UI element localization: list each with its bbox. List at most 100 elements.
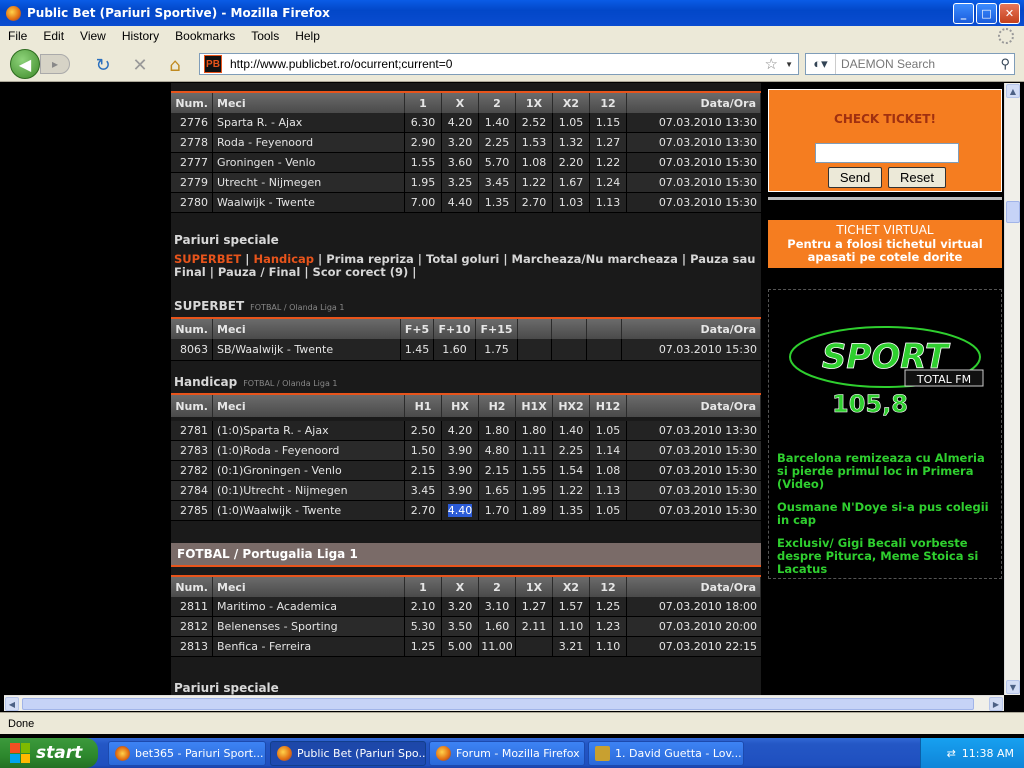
forward-button[interactable]: ▸ [40, 54, 70, 74]
odds-cell[interactable]: 1.23 [590, 617, 627, 636]
odds-cell[interactable]: 2.70 [516, 193, 553, 212]
odds-cell[interactable]: 2.50 [405, 421, 442, 440]
odds-cell[interactable]: 2.90 [405, 133, 442, 152]
odds-cell[interactable]: 3.90 [442, 461, 479, 480]
odds-cell[interactable]: 11.00 [479, 637, 516, 656]
odds-cell[interactable]: 1.80 [479, 421, 516, 440]
search-engine-icon[interactable]: ◐▾ [806, 54, 836, 74]
odds-cell[interactable]: 5.70 [479, 153, 516, 172]
odds-cell[interactable]: 2.25 [553, 441, 590, 460]
odds-cell[interactable]: 3.90 [442, 481, 479, 500]
scroll-up-arrow[interactable]: ▲ [1006, 84, 1020, 98]
odds-cell[interactable]: 3.90 [442, 441, 479, 460]
send-button[interactable]: Send [828, 167, 882, 188]
news-item-3[interactable]: Exclusiv/ Gigi Becali vorbeste despre Pi… [777, 537, 997, 576]
link-total-goluri[interactable]: Total goluri [426, 252, 499, 266]
odds-cell[interactable]: 2.11 [516, 617, 553, 636]
odds-cell[interactable]: 1.67 [553, 173, 590, 192]
menu-history[interactable]: History [114, 29, 167, 43]
odds-cell[interactable]: 3.10 [479, 597, 516, 616]
odds-cell[interactable]: 5.00 [442, 637, 479, 656]
menu-tools[interactable]: Tools [243, 29, 287, 43]
odds-cell[interactable]: 1.54 [553, 461, 590, 480]
odds-cell[interactable]: 1.05 [590, 421, 627, 440]
odds-cell[interactable]: 4.40 [442, 193, 479, 212]
ticket-input[interactable] [815, 143, 959, 163]
odds-cell[interactable]: 1.80 [516, 421, 553, 440]
virtual-ticket-box[interactable]: TICHET VIRTUAL Pentru a folosi tichetul … [768, 220, 1002, 268]
odds-cell[interactable]: 1.60 [434, 339, 476, 360]
bookmark-star-icon[interactable]: ☆ [765, 55, 778, 73]
odds-cell[interactable]: 1.14 [590, 441, 627, 460]
odds-cell[interactable]: 1.40 [479, 113, 516, 132]
scroll-left-arrow[interactable]: ◀ [5, 697, 19, 711]
odds-cell[interactable]: 4.40 [442, 501, 479, 520]
horizontal-scroll-thumb[interactable] [22, 698, 974, 710]
task-publicbet[interactable]: Public Bet (Pariuri Spo... [270, 741, 426, 766]
odds-cell[interactable]: 1.55 [405, 153, 442, 172]
minimize-button[interactable]: _ [953, 3, 974, 24]
odds-cell[interactable]: 1.75 [476, 339, 518, 360]
odds-cell[interactable]: 4.80 [479, 441, 516, 460]
odds-cell[interactable]: 3.21 [553, 637, 590, 656]
odds-cell[interactable]: 1.57 [553, 597, 590, 616]
odds-cell[interactable]: 7.00 [405, 193, 442, 212]
vertical-scrollbar[interactable]: ▲ ▼ [1004, 83, 1020, 695]
url-text[interactable]: http://www.publicbet.ro/ocurrent;current… [230, 57, 452, 71]
odds-cell[interactable]: 3.50 [442, 617, 479, 636]
menu-file[interactable]: File [0, 29, 35, 43]
odds-cell[interactable]: 1.27 [516, 597, 553, 616]
link-handicap[interactable]: Handicap [253, 252, 314, 266]
odds-cell[interactable]: 5.30 [405, 617, 442, 636]
odds-cell[interactable]: 1.08 [516, 153, 553, 172]
window-titlebar[interactable]: Public Bet (Pariuri Sportive) - Mozilla … [0, 0, 1024, 26]
scroll-down-arrow[interactable]: ▼ [1006, 680, 1020, 694]
odds-cell[interactable]: 1.10 [553, 617, 590, 636]
odds-cell[interactable]: 3.60 [442, 153, 479, 172]
odds-cell[interactable]: 2.25 [479, 133, 516, 152]
odds-cell[interactable]: 2.52 [516, 113, 553, 132]
back-button[interactable]: ◀ [10, 49, 40, 79]
tray-network-icon[interactable]: ⇄ [947, 747, 956, 760]
odds-cell[interactable]: 6.30 [405, 113, 442, 132]
task-media-player[interactable]: 1. David Guetta - Lov... [588, 741, 744, 766]
odds-cell[interactable]: 1.53 [516, 133, 553, 152]
link-superbet[interactable]: SUPERBET [174, 252, 241, 266]
odds-cell[interactable]: 1.22 [516, 173, 553, 192]
news-item-2[interactable]: Ousmane N'Doye si-a pus colegii in cap [777, 501, 997, 527]
menu-bookmarks[interactable]: Bookmarks [167, 29, 243, 43]
odds-cell[interactable]: 1.45 [401, 339, 434, 360]
odds-cell[interactable]: 1.13 [590, 481, 627, 500]
odds-cell[interactable]: 2.70 [405, 501, 442, 520]
menu-view[interactable]: View [72, 29, 114, 43]
odds-cell[interactable]: 1.05 [553, 113, 590, 132]
close-button[interactable]: ✕ [999, 3, 1020, 24]
odds-cell[interactable]: 1.15 [590, 113, 627, 132]
odds-cell[interactable]: 1.22 [590, 153, 627, 172]
odds-cell[interactable]: 2.10 [405, 597, 442, 616]
odds-cell[interactable]: 1.35 [479, 193, 516, 212]
reset-button[interactable]: Reset [888, 167, 946, 188]
menu-help[interactable]: Help [287, 29, 328, 43]
odds-cell[interactable]: 1.89 [516, 501, 553, 520]
start-button[interactable]: start [0, 738, 98, 768]
odds-cell[interactable]: 1.50 [405, 441, 442, 460]
odds-cell[interactable]: 3.20 [442, 597, 479, 616]
odds-cell[interactable]: 1.35 [553, 501, 590, 520]
odds-cell[interactable]: 1.55 [516, 461, 553, 480]
odds-cell[interactable]: 2.15 [405, 461, 442, 480]
search-bar[interactable]: ◐▾ DAEMON Search ⚲ [805, 53, 1015, 75]
odds-cell[interactable]: 1.25 [405, 637, 442, 656]
odds-cell[interactable]: 4.20 [442, 421, 479, 440]
odds-cell[interactable]: 1.03 [553, 193, 590, 212]
odds-cell[interactable]: 4.20 [442, 113, 479, 132]
odds-cell[interactable]: 1.32 [553, 133, 590, 152]
odds-cell[interactable]: 1.25 [590, 597, 627, 616]
odds-cell[interactable]: 1.40 [553, 421, 590, 440]
odds-cell[interactable]: 1.24 [590, 173, 627, 192]
odds-cell[interactable]: 1.10 [590, 637, 627, 656]
odds-cell[interactable]: 3.45 [405, 481, 442, 500]
link-scor-corect[interactable]: Scor corect (9) [313, 265, 409, 279]
link-marcheaza[interactable]: Marcheaza/Nu marcheaza [512, 252, 678, 266]
odds-cell[interactable]: 1.05 [590, 501, 627, 520]
